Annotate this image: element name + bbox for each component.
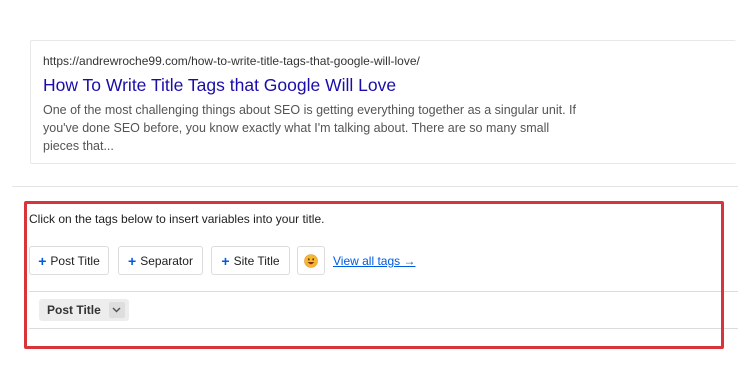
preview-url: https://andrewroche99.com/how-to-write-t… — [43, 54, 420, 68]
tag-button-label: Site Title — [233, 253, 280, 268]
smiley-emoji-icon — [304, 253, 318, 268]
editor-border-bottom — [29, 328, 738, 329]
chevron-down-icon — [112, 307, 121, 313]
tags-instruction: Click on the tags below to insert variab… — [29, 212, 325, 226]
plus-icon: + — [221, 252, 230, 269]
view-all-tags-link[interactable]: View all tags → — [333, 254, 415, 268]
plus-icon: + — [128, 252, 137, 269]
preview-title-link[interactable]: How To Write Title Tags that Google Will… — [43, 74, 724, 96]
plus-icon: + — [38, 252, 47, 269]
editor-tag-label: Post Title — [47, 303, 101, 317]
tag-button-label: Separator — [140, 253, 193, 268]
page: https://andrewroche99.com/how-to-write-t… — [0, 0, 750, 392]
editor-border-top — [29, 291, 738, 292]
section-divider — [12, 186, 738, 187]
insert-site-title-button[interactable]: + Site Title — [211, 246, 290, 275]
emoji-picker-button[interactable] — [297, 246, 325, 275]
tag-button-label: Post Title — [50, 253, 100, 268]
insert-post-title-button[interactable]: + Post Title — [29, 246, 109, 275]
editor-post-title-tag[interactable]: Post Title — [39, 299, 129, 321]
preview-description: One of the most challenging things about… — [43, 103, 576, 153]
search-preview-card: https://andrewroche99.com/how-to-write-t… — [30, 40, 736, 164]
tag-dropdown-toggle[interactable] — [108, 302, 125, 318]
insert-separator-button[interactable]: + Separator — [118, 246, 203, 275]
